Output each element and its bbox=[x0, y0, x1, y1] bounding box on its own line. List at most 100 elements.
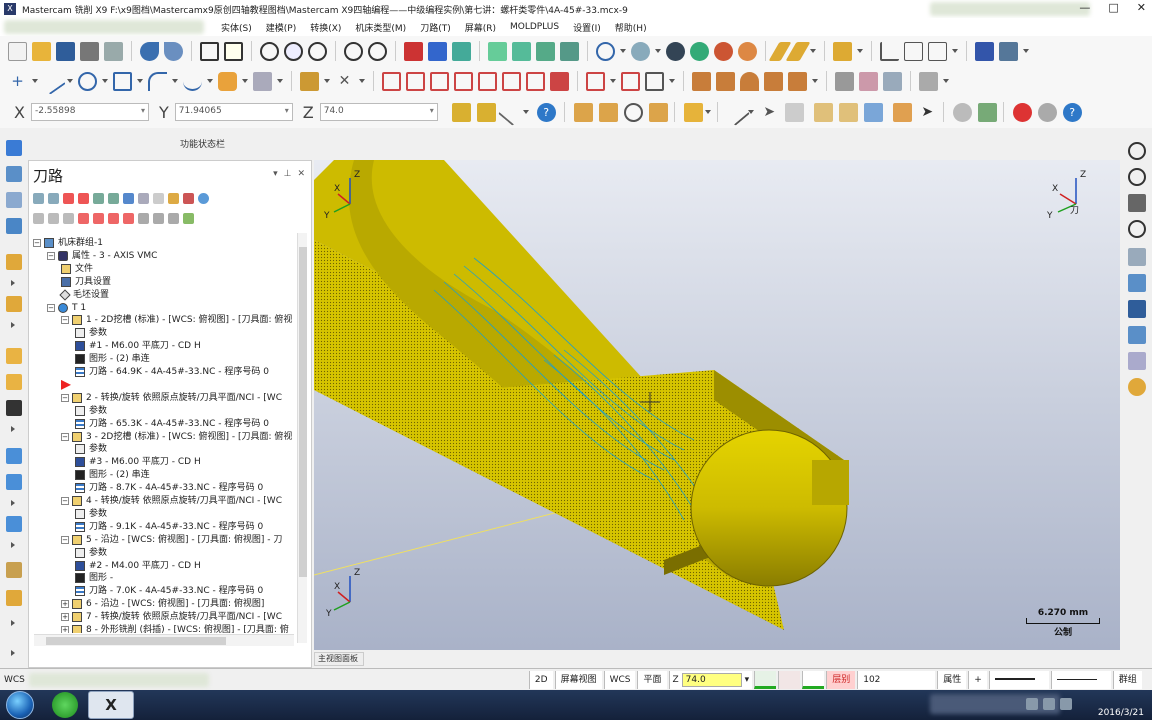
array-icon[interactable] bbox=[550, 71, 569, 91]
browser-taskbar-icon[interactable] bbox=[52, 692, 78, 718]
analyze-dropdown-icon[interactable] bbox=[857, 49, 863, 53]
select-dirty-ops-icon[interactable] bbox=[48, 192, 59, 204]
tree-row[interactable]: − 3 - 2D挖槽 (标准) - [WCS: 俯视图] - [刀具面: 俯视 bbox=[61, 431, 292, 443]
selection-mode-icon[interactable] bbox=[683, 102, 703, 122]
tree-row[interactable]: +7 - 转换/旋转 依照原点旋转/刀具平面/NCI - [WC bbox=[61, 611, 282, 623]
tree-row[interactable]: 毛坯设置 bbox=[59, 288, 109, 301]
solid-body-icon[interactable] bbox=[838, 102, 858, 122]
circle-icon[interactable] bbox=[78, 71, 97, 91]
toolpath-surface-icon[interactable] bbox=[716, 71, 735, 91]
plane-button[interactable]: 平面 bbox=[637, 670, 667, 689]
tree-row[interactable]: 参数 bbox=[75, 547, 107, 559]
close-button[interactable]: ✕ bbox=[1137, 1, 1146, 14]
panel-pin-button[interactable]: ⊥ bbox=[284, 169, 292, 179]
stock-icon[interactable] bbox=[919, 71, 938, 91]
display-options-icon[interactable] bbox=[168, 212, 179, 224]
insert-after-icon[interactable] bbox=[108, 212, 119, 224]
tree-row[interactable]: 刀具设置 bbox=[61, 276, 111, 288]
select-all-ops-icon[interactable] bbox=[33, 192, 44, 204]
tree-row[interactable]: #2 - M4.00 平底刀 - CD H bbox=[75, 560, 201, 572]
select-window-icon[interactable] bbox=[598, 102, 618, 122]
surface-tool-icon[interactable] bbox=[6, 254, 22, 270]
levels-manager-icon[interactable] bbox=[6, 192, 22, 208]
tree-hscroll-thumb[interactable] bbox=[46, 637, 226, 645]
simulate-ops-icon[interactable] bbox=[123, 192, 134, 204]
box-icon[interactable] bbox=[6, 348, 22, 364]
verify-ops-icon[interactable] bbox=[108, 192, 119, 204]
scroll-to-insert-icon[interactable] bbox=[138, 212, 149, 224]
tree-row[interactable]: 刀路 - 8.7K - 4A-45#-33.NC - 程序号码 0 bbox=[75, 482, 263, 494]
save-view-icon[interactable] bbox=[1128, 300, 1146, 318]
circle-dropdown-icon[interactable] bbox=[102, 79, 108, 83]
zoom-target-icon[interactable] bbox=[284, 41, 303, 61]
shaded-outline-icon[interactable] bbox=[690, 41, 709, 61]
move-up-icon[interactable] bbox=[93, 212, 104, 224]
cursor-arrow-icon[interactable]: ➤ bbox=[760, 103, 779, 122]
simulate-icon[interactable] bbox=[883, 71, 902, 91]
select-all-icon[interactable] bbox=[648, 102, 668, 122]
rotate-view-icon[interactable] bbox=[623, 102, 643, 122]
report-icon[interactable] bbox=[999, 41, 1018, 61]
z-depth-value[interactable]: 74.0 bbox=[681, 672, 742, 687]
tree-row[interactable]: − 属性 - 3 - AXIS VMC bbox=[47, 250, 157, 262]
solid-tool-icon[interactable] bbox=[6, 296, 22, 312]
tree-row[interactable]: 参数 bbox=[75, 508, 107, 520]
solid-face-icon[interactable] bbox=[813, 102, 833, 122]
toolpath-drill-icon[interactable] bbox=[764, 71, 783, 91]
tree-row[interactable]: 图形 - (2) 串连 bbox=[75, 353, 150, 365]
translate-3d-icon[interactable] bbox=[406, 71, 425, 91]
wireframe-dropdown-icon[interactable] bbox=[655, 49, 661, 53]
offset-icon[interactable] bbox=[502, 71, 521, 91]
menu-transform[interactable]: 转换(X) bbox=[303, 21, 348, 34]
print-preview-icon[interactable] bbox=[104, 41, 123, 61]
tree-row[interactable]: − T 1 bbox=[47, 302, 86, 314]
planes-icon[interactable] bbox=[596, 41, 615, 61]
solids-manager-icon[interactable] bbox=[6, 166, 22, 182]
trim-icon[interactable] bbox=[300, 71, 319, 91]
panel-help-icon[interactable] bbox=[198, 192, 209, 204]
front-view-icon[interactable] bbox=[536, 41, 555, 61]
boolean-icon[interactable] bbox=[6, 562, 22, 578]
groups-button[interactable]: 群组 bbox=[1112, 670, 1142, 689]
tree-expander-icon[interactable]: − bbox=[61, 535, 69, 544]
z-depth-field[interactable]: Z 74.0 ▾ bbox=[668, 670, 753, 689]
stop-icon[interactable] bbox=[1012, 102, 1032, 122]
x-coordinate-field[interactable]: -2.55898 bbox=[30, 103, 149, 121]
post-ops-icon[interactable] bbox=[153, 192, 164, 204]
undo-icon[interactable] bbox=[140, 41, 159, 61]
tree-row[interactable]: − 2 - 转换/旋转 依照原点旋转/刀具平面/NCI - [WC bbox=[61, 392, 282, 404]
lock-ops-icon[interactable] bbox=[33, 212, 44, 224]
point-icon[interactable]: + bbox=[8, 72, 27, 91]
solid-view-icon[interactable] bbox=[1128, 248, 1146, 266]
mastercam-app-icon[interactable]: X bbox=[4, 3, 16, 15]
zoom-window-icon[interactable] bbox=[260, 41, 279, 61]
y-coordinate-field[interactable]: 71.94065 bbox=[174, 103, 293, 121]
backplot-icon[interactable] bbox=[835, 71, 854, 91]
repaint-icon[interactable] bbox=[224, 41, 243, 61]
spline-dropdown-icon[interactable] bbox=[207, 79, 213, 83]
start-button[interactable] bbox=[6, 691, 34, 719]
fit-screen-icon[interactable] bbox=[200, 41, 219, 61]
select-chain-icon[interactable] bbox=[573, 102, 593, 122]
drag-icon[interactable] bbox=[621, 71, 640, 91]
panel-dropdown-button[interactable]: ▾ bbox=[273, 169, 278, 179]
clipboard-icon[interactable] bbox=[977, 102, 997, 122]
expand-caret-icon[interactable] bbox=[11, 322, 15, 328]
addins-icon[interactable] bbox=[975, 41, 994, 61]
autocursor-settings-icon[interactable] bbox=[476, 102, 496, 122]
zoom-in-icon[interactable] bbox=[368, 41, 387, 61]
translucent-icon[interactable] bbox=[714, 41, 733, 61]
print-icon[interactable] bbox=[80, 41, 99, 61]
menu-machine-type[interactable]: 机床类型(M) bbox=[348, 21, 413, 34]
pointer-icon[interactable]: ➤ bbox=[918, 103, 937, 122]
attributes-button[interactable]: 属性 bbox=[937, 670, 967, 689]
roll-icon[interactable] bbox=[586, 71, 605, 91]
extrude-icon[interactable] bbox=[6, 400, 22, 416]
trim-dropdown-icon[interactable] bbox=[324, 79, 330, 83]
ok-disabled-icon[interactable] bbox=[1037, 102, 1057, 122]
mastercam-taskbar-button[interactable]: X bbox=[88, 691, 134, 719]
expand-caret-icon[interactable] bbox=[11, 280, 15, 286]
surface-color-icon[interactable] bbox=[778, 670, 801, 689]
expand-caret-icon[interactable] bbox=[11, 500, 15, 506]
backface-icon[interactable] bbox=[738, 41, 757, 61]
